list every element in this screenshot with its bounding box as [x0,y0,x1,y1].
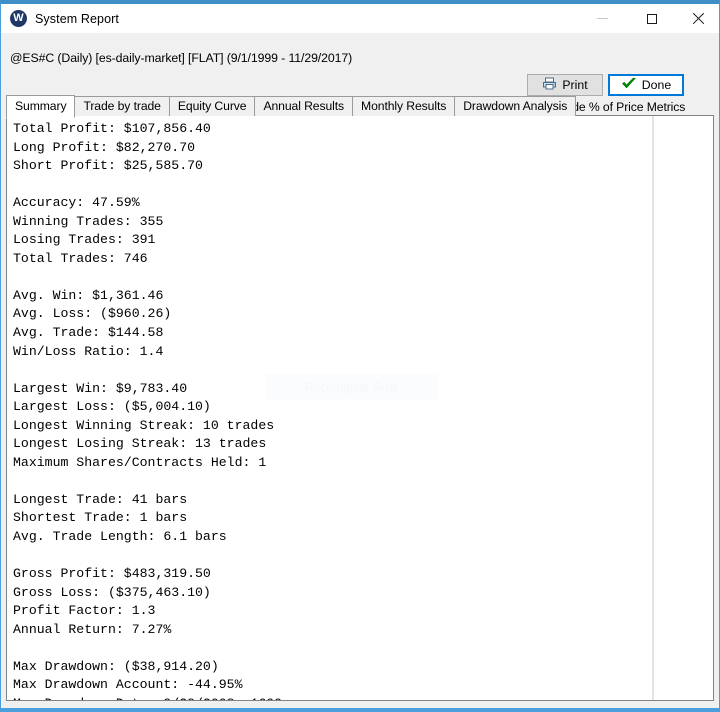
maximize-button[interactable] [629,4,675,33]
close-icon [692,12,705,25]
tab-equity-curve[interactable]: Equity Curve [168,96,256,116]
minimize-icon [596,18,608,19]
title-bar: W System Report [1,4,719,33]
print-button-label: Print [562,77,588,92]
tab-monthly-results[interactable]: Monthly Results [352,96,456,116]
symbol-info-line: @ES#C (Daily) [es-daily-market] [FLAT] (… [10,51,353,65]
printer-icon [542,77,557,93]
close-button[interactable] [675,4,719,33]
tab-drawdown-analysis[interactable]: Drawdown Analysis [454,96,577,116]
w-logo-icon: W [10,10,27,27]
report-tabs: Summary Trade by trade Equity Curve Annu… [6,94,577,118]
tab-trade-by-trade[interactable]: Trade by trade [74,96,170,116]
maximize-icon [647,13,657,24]
system-report-window: W System Report @ES#C (Daily) [es-daily-… [0,0,720,712]
summary-report-text: Total Profit: $107,856.40 Long Profit: $… [13,121,282,700]
minimize-button[interactable] [579,4,625,33]
window-title: System Report [35,11,119,26]
summary-report-panel[interactable]: Total Profit: $107,856.40 Long Profit: $… [6,115,714,701]
pane-divider [652,116,654,700]
tab-summary[interactable]: Summary [6,95,76,118]
tab-annual-results[interactable]: Annual Results [254,96,354,116]
done-button[interactable]: Done [608,74,684,96]
report-header-bar: @ES#C (Daily) [es-daily-market] [FLAT] (… [1,33,719,114]
checkmark-icon [621,77,637,93]
done-button-label: Done [641,77,672,92]
print-button[interactable]: Print [527,74,603,96]
